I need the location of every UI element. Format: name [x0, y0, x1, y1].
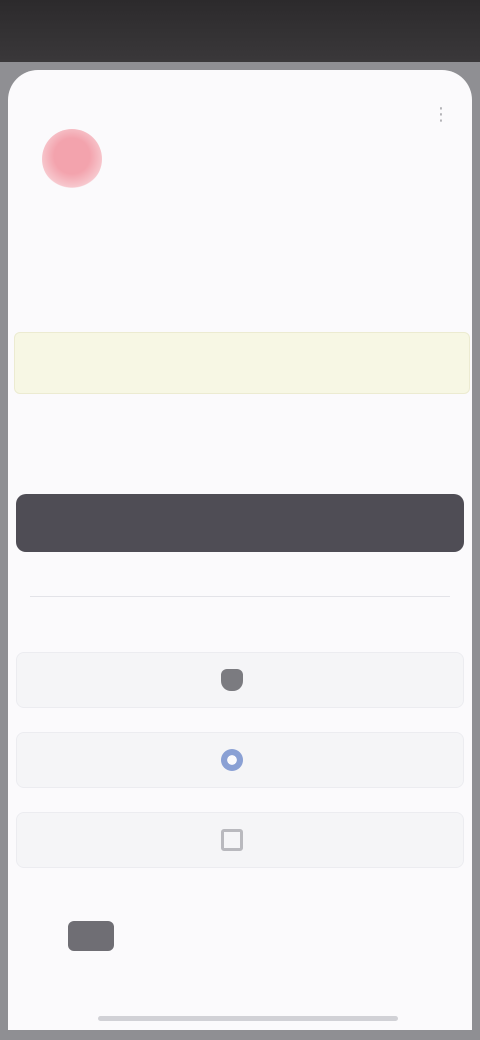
- footer: [68, 916, 408, 956]
- options-row: [30, 432, 450, 456]
- address-bar[interactable]: [128, 104, 358, 128]
- google-signin-button[interactable]: [16, 732, 464, 788]
- brand-mark-icon: [42, 129, 102, 189]
- status-bar: [0, 0, 480, 62]
- home-indicator[interactable]: [98, 1016, 398, 1021]
- login-sheet: ⋮: [8, 70, 472, 1030]
- apple-icon: [221, 669, 243, 691]
- google-icon: [221, 749, 243, 771]
- footer-badge-icon: [68, 921, 114, 951]
- more-icon[interactable]: ⋮: [432, 104, 450, 125]
- divider: [30, 596, 450, 597]
- email-field[interactable]: [14, 332, 470, 394]
- mail-icon: [221, 829, 243, 851]
- apple-signin-button[interactable]: [16, 652, 464, 708]
- email-signin-button[interactable]: [16, 812, 464, 868]
- continue-button[interactable]: [16, 494, 464, 552]
- brand-logo: [42, 126, 162, 192]
